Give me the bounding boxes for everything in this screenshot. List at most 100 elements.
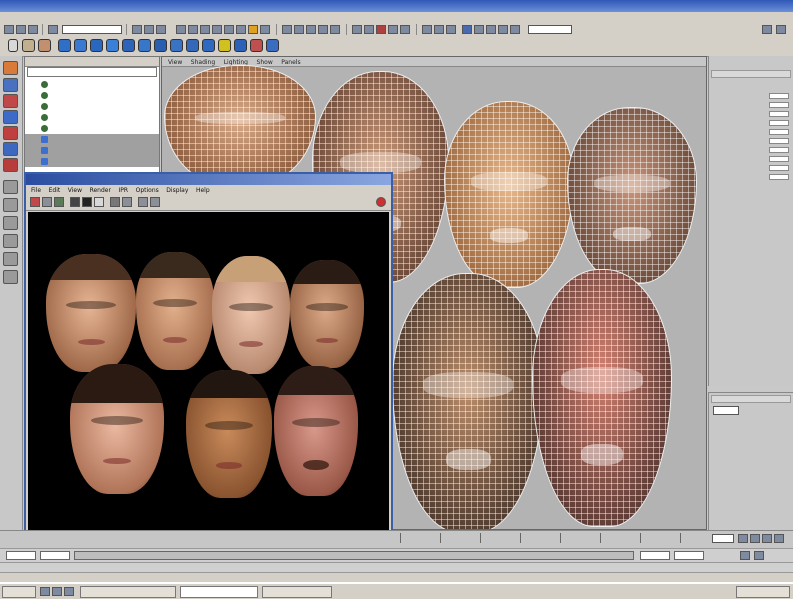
mode-menu-icon[interactable] [48, 25, 58, 34]
last-tool-icon[interactable] [3, 158, 18, 172]
channel-value[interactable] [769, 120, 789, 126]
layout-single-icon[interactable] [3, 180, 18, 194]
wireframe-head-mesh[interactable] [567, 107, 697, 284]
render-region-icon[interactable] [150, 197, 160, 207]
outliner-menu-bar[interactable] [25, 57, 159, 67]
select-component-icon[interactable] [156, 25, 166, 34]
shelf-tab-icon[interactable] [38, 39, 51, 52]
taskbar-button[interactable] [80, 586, 176, 598]
shelf-polygon-cone-icon[interactable] [106, 39, 119, 52]
select-deformers-icon[interactable] [224, 25, 234, 34]
show-channel-box-icon[interactable] [762, 25, 772, 34]
quick-launch-icon[interactable] [64, 587, 74, 596]
lasso-tool-icon[interactable] [3, 78, 18, 92]
ipr-render-icon[interactable] [388, 25, 398, 34]
tool-settings-icon[interactable] [474, 25, 484, 34]
wireframe-head-mesh[interactable] [532, 269, 672, 527]
end-time-field[interactable] [674, 551, 704, 560]
rv-menu-file[interactable]: File [31, 187, 41, 194]
show-attribute-editor-icon[interactable] [776, 25, 786, 34]
playback-end-field[interactable] [640, 551, 670, 560]
channel-box-header[interactable] [711, 70, 791, 78]
real-size-icon[interactable] [94, 197, 104, 207]
snapshot-icon[interactable] [138, 197, 148, 207]
select-joints-icon[interactable] [188, 25, 198, 34]
quick-selection-field[interactable] [528, 25, 572, 34]
make-live-icon[interactable] [330, 25, 340, 34]
main-menu-bar[interactable] [0, 12, 793, 22]
snap-grid-icon[interactable] [282, 25, 292, 34]
channel-translate-y[interactable] [713, 101, 791, 109]
shelf-polygon-cylinder-icon[interactable] [90, 39, 103, 52]
layout-custom-icon[interactable] [3, 270, 18, 284]
output-window-icon[interactable] [510, 25, 520, 34]
select-hierarchy-icon[interactable] [132, 25, 142, 34]
input-ops-icon[interactable] [422, 25, 432, 34]
menu-set-selector[interactable] [62, 25, 122, 34]
outliner-item-selected[interactable] [25, 156, 159, 167]
rv-menu-help[interactable]: Help [196, 187, 210, 194]
channel-value[interactable] [769, 165, 789, 171]
input-node[interactable] [711, 221, 791, 229]
select-handles-icon[interactable] [176, 25, 186, 34]
rv-menu-options[interactable]: Options [136, 187, 159, 194]
shelf-sculpt-icon[interactable] [218, 39, 231, 52]
shelf-polygon-plane-icon[interactable] [122, 39, 135, 52]
channel-translate-z[interactable] [713, 110, 791, 118]
animation-prefs-icon[interactable] [754, 551, 764, 560]
render-globals-icon[interactable] [400, 25, 410, 34]
remove-image-button-icon[interactable] [122, 197, 132, 207]
rv-menu-edit[interactable]: Edit [49, 187, 61, 194]
taskbar-button[interactable] [262, 586, 332, 598]
go-to-end-icon[interactable] [774, 534, 784, 543]
viewport-menu-view[interactable]: View [168, 59, 182, 66]
channel-value[interactable] [769, 111, 789, 117]
input-node[interactable] [711, 212, 791, 220]
channel-translate-x[interactable] [713, 92, 791, 100]
rv-menu-view[interactable]: View [68, 187, 82, 194]
channel-value[interactable] [769, 147, 789, 153]
go-to-start-icon[interactable] [738, 534, 748, 543]
wireframe-head-mesh[interactable] [164, 65, 316, 187]
playback-start-field[interactable] [40, 551, 70, 560]
alpha-channel-icon[interactable] [82, 197, 92, 207]
render-frame-icon[interactable] [376, 25, 386, 34]
rv-menu-display[interactable]: Display [166, 187, 188, 194]
shelf-delete-history-icon[interactable] [250, 39, 263, 52]
channel-value[interactable] [769, 174, 789, 180]
shelf-combine-icon[interactable] [154, 39, 167, 52]
outliner-item-selected[interactable] [25, 134, 159, 145]
rotate-tool-icon[interactable] [3, 110, 18, 124]
save-scene-icon[interactable] [28, 25, 38, 34]
outliner-item[interactable] [25, 79, 159, 90]
play-icon[interactable] [762, 534, 772, 543]
select-tool-icon[interactable] [3, 61, 18, 75]
start-button[interactable] [2, 586, 36, 598]
shelf-uv-icon[interactable] [234, 39, 247, 52]
layer-editor-icon[interactable] [498, 25, 508, 34]
quick-launch-icon[interactable] [40, 587, 50, 596]
render-button-icon[interactable] [30, 197, 40, 207]
attribute-editor-icon[interactable] [462, 25, 472, 34]
wireframe-head-mesh[interactable] [392, 273, 544, 529]
channel-value[interactable] [769, 138, 789, 144]
outliner-item-selected[interactable] [25, 145, 159, 156]
start-time-field[interactable] [6, 551, 36, 560]
channel-value[interactable] [769, 129, 789, 135]
auto-key-icon[interactable] [740, 551, 750, 560]
open-scene-icon[interactable] [16, 25, 26, 34]
new-scene-icon[interactable] [4, 25, 14, 34]
outliner-item[interactable] [25, 112, 159, 123]
channel-scale-x[interactable] [713, 146, 791, 154]
history-icon[interactable] [352, 25, 362, 34]
select-curves-icon[interactable] [200, 25, 210, 34]
outliner-item[interactable] [25, 90, 159, 101]
viewport-menu-panels[interactable]: Panels [281, 59, 300, 66]
channel-value[interactable] [769, 102, 789, 108]
move-tool-icon[interactable] [3, 94, 18, 108]
range-bar[interactable] [74, 551, 634, 560]
render-view-window[interactable]: File Edit View Render IPR Options Displa… [24, 172, 393, 546]
shelf-options-icon[interactable] [8, 39, 18, 52]
snap-point-icon[interactable] [306, 25, 316, 34]
rgb-channel-icon[interactable] [70, 197, 80, 207]
